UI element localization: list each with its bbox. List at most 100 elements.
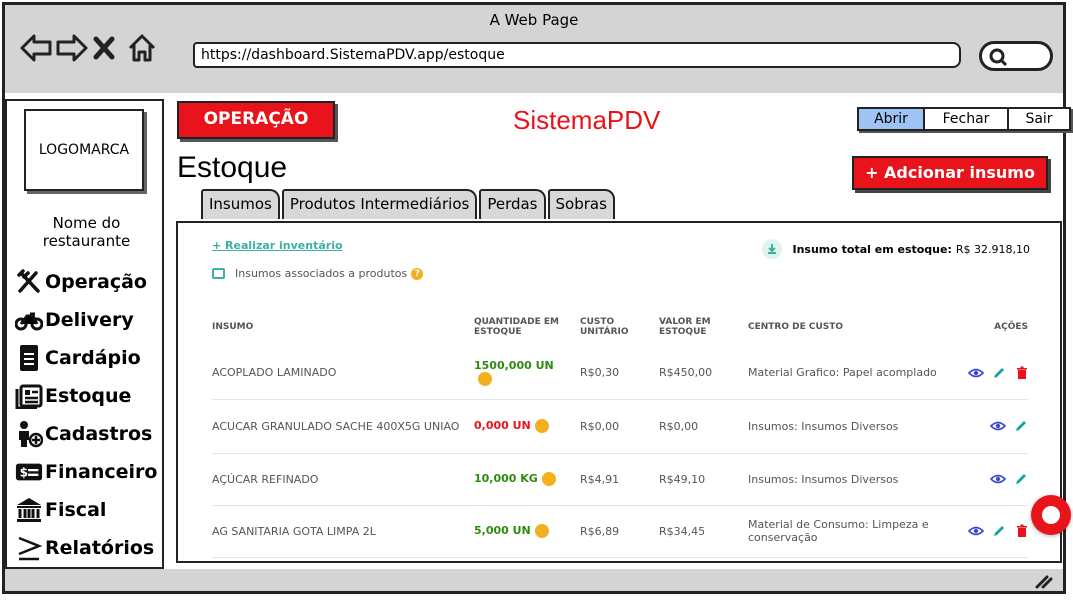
sidebar-item-cardapio[interactable]: Cardápio <box>15 339 157 377</box>
edit-icon[interactable] <box>990 366 1006 380</box>
tab-bar: Insumos Produtos Intermediários Perdas S… <box>201 189 617 219</box>
abrir-button[interactable]: Abrir <box>857 107 925 131</box>
cell-valor: R$49,10 <box>659 453 748 506</box>
eye-icon[interactable] <box>967 366 985 380</box>
sidebar-item-label: Operação <box>45 271 147 293</box>
assoc-label: Insumos associados a produtos <box>235 267 408 280</box>
cell-acoes <box>938 347 1028 400</box>
trash-icon[interactable] <box>1012 524 1028 538</box>
coin-icon <box>534 419 549 433</box>
forward-icon[interactable] <box>55 33 88 63</box>
stock-total: Insumo total em estoque: R$ 32.918,10 <box>762 239 1030 259</box>
cell-centro: Insumos: Insumos Diversos <box>748 399 938 454</box>
sidebar-item-label: Delivery <box>45 309 134 331</box>
sair-button[interactable]: Sair <box>1009 107 1071 131</box>
nav-controls <box>19 33 157 63</box>
eye-icon[interactable] <box>967 524 985 538</box>
close-icon[interactable] <box>91 33 121 63</box>
table-row: AÇÚCAR REFINADO 10,000 KG R$4,91 R$49,10 Ins… <box>212 453 1028 506</box>
realizar-inventario-link[interactable]: + Realizar inventário <box>212 239 343 252</box>
sidebar-item-delivery[interactable]: Delivery <box>15 301 157 339</box>
cell-quantidade: 10,000 KG <box>474 453 580 506</box>
sidebar-item-label: Financeiro <box>45 461 158 483</box>
edit-icon[interactable] <box>1012 419 1028 433</box>
status-bar <box>5 571 1063 593</box>
motorcycle-icon <box>15 306 43 334</box>
fechar-button[interactable]: Fechar <box>925 107 1009 131</box>
table-row: AG SANITARIA GOTA LIMPA 2L 5,000 UN R$6,89… <box>212 505 1028 558</box>
tab-produtos-intermediarios[interactable]: Produtos Intermediários <box>281 189 478 219</box>
cell-centro: Material Grafico: Papel acomplado <box>748 347 938 400</box>
col-custo: CUSTO UNITÁRIO <box>580 317 629 337</box>
coin-icon <box>478 372 492 387</box>
window-title: A Web Page <box>489 11 579 29</box>
col-quantidade: QUANTIDADE EM ESTOQUE <box>474 317 559 337</box>
cell-insumo: AG SANITARIA GOTA LIMPA 2L <box>212 505 474 558</box>
tab-perdas[interactable]: Perdas <box>479 189 546 219</box>
coin-icon <box>534 524 549 538</box>
edit-icon[interactable] <box>1012 472 1028 486</box>
assoc-checkbox[interactable] <box>212 268 225 279</box>
page-title: Estoque <box>177 151 288 184</box>
stock-panel: + Realizar inventário Insumo total em es… <box>176 221 1062 563</box>
fork-knife-icon <box>15 268 43 296</box>
cell-custo: R$6,89 <box>580 505 659 558</box>
col-acoes: AÇÕES <box>994 322 1028 332</box>
url-bar[interactable]: https://dashboard.SistemaPDV.app/estoque <box>193 42 961 68</box>
cell-insumo: AÇÚCAR REFINADO <box>212 453 474 506</box>
help-icon[interactable]: ? <box>411 267 424 280</box>
tab-sobras[interactable]: Sobras <box>547 189 615 219</box>
cell-custo: R$0,00 <box>580 399 659 454</box>
svg-text:$: $ <box>20 466 28 480</box>
edit-icon[interactable] <box>990 524 1006 538</box>
eye-icon[interactable] <box>989 419 1007 433</box>
chat-button[interactable] <box>1031 495 1071 535</box>
money-icon: $ <box>15 458 43 486</box>
search-icon <box>989 48 1008 67</box>
back-icon[interactable] <box>19 33 52 63</box>
sidebar-item-financeiro[interactable]: $ Financeiro <box>15 453 157 491</box>
col-centro: CENTRO DE CUSTO <box>748 322 844 332</box>
cell-acoes <box>938 399 1028 454</box>
stock-table: INSUMO QUANTIDADE EM ESTOQUE CUSTO UNITÁ… <box>212 307 1028 558</box>
header-button-group: Abrir Fechar Sair <box>857 107 1071 131</box>
browser-window: A Web Page https://dashboard.SistemaPDV.… <box>2 2 1071 594</box>
sidebar-menu: Operação Delivery Cardápio Estoque Cadas… <box>15 263 157 567</box>
restaurant-name: Nome do restaurante <box>42 214 131 250</box>
cell-valor: R$450,00 <box>659 347 748 400</box>
table-row: ACOPLADO LAMINADO 1500,000 UN R$0,30 R$450,… <box>212 347 1028 400</box>
sidebar-item-relatorios[interactable]: Relatórios <box>15 529 157 567</box>
sidebar-item-label: Cardápio <box>45 347 141 369</box>
sidebar-item-cadastros[interactable]: Cadastros <box>15 415 157 453</box>
qty-value: 0,000 UN <box>474 419 531 432</box>
sidebar-item-operacao[interactable]: Operação <box>15 263 157 301</box>
sidebar: LOGOMARCA Nome do restaurante Operação D… <box>5 99 164 569</box>
cell-custo: R$4,91 <box>580 453 659 506</box>
operation-badge[interactable]: OPERAÇÃO <box>177 101 335 139</box>
sidebar-item-estoque[interactable]: Estoque <box>15 377 157 415</box>
sidebar-item-fiscal[interactable]: Fiscal <box>15 491 157 529</box>
qty-value: 10,000 KG <box>474 472 538 485</box>
tab-insumos[interactable]: Insumos <box>201 189 280 219</box>
cell-custo: R$0,30 <box>580 347 659 400</box>
coin-icon <box>541 472 556 486</box>
page-content: LOGOMARCA Nome do restaurante Operação D… <box>5 93 1071 569</box>
home-icon[interactable] <box>127 33 157 63</box>
eye-icon[interactable] <box>989 472 1007 486</box>
qty-value: 1500,000 UN <box>474 359 554 373</box>
browser-search[interactable] <box>979 41 1053 71</box>
resize-grip-icon[interactable] <box>1033 575 1053 589</box>
sidebar-item-label: Estoque <box>45 385 132 407</box>
user-add-icon <box>15 420 43 448</box>
total-label: Insumo total em estoque: <box>792 242 952 256</box>
bank-icon <box>15 496 43 524</box>
table-row: ACUCAR GRANULADO SACHE 400X5G UNIAO 0,000… <box>212 399 1028 454</box>
cell-centro: Material de Consumo: Limpeza e conservaç… <box>748 505 938 558</box>
cell-valor: R$34,45 <box>659 505 748 558</box>
total-value: R$ 32.918,10 <box>955 242 1030 256</box>
greater-equal-icon <box>15 534 43 562</box>
logo: LOGOMARCA <box>24 109 144 191</box>
add-insumo-button[interactable]: + Adcionar insumo <box>852 156 1048 190</box>
trash-icon[interactable] <box>1012 366 1028 380</box>
download-icon[interactable] <box>762 239 783 259</box>
